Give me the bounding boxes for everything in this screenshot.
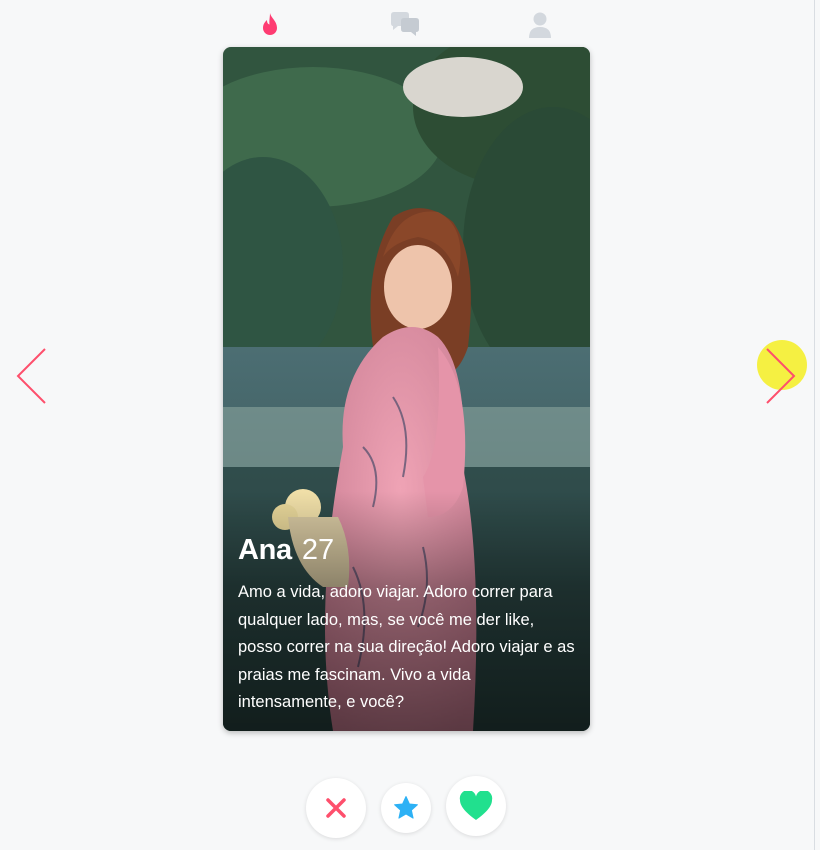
chevron-left-icon[interactable] xyxy=(12,346,52,406)
profile-icon xyxy=(529,12,551,38)
nav-messages[interactable] xyxy=(386,8,424,42)
profile-age: 27 xyxy=(301,534,335,566)
chevron-right-icon[interactable] xyxy=(764,346,804,406)
flame-icon xyxy=(263,13,277,35)
top-navigation xyxy=(0,8,820,44)
like-button[interactable] xyxy=(446,776,506,836)
profile-card[interactable]: Ana 27 Amo a vida, adoro viajar. Adoro c… xyxy=(223,47,590,731)
nope-button[interactable] xyxy=(306,778,366,838)
profile-name: Ana xyxy=(238,534,292,566)
nav-profile[interactable] xyxy=(525,8,555,42)
page-edge-divider xyxy=(814,0,815,850)
action-bar xyxy=(0,775,820,838)
profile-info: Ana 27 Amo a vida, adoro viajar. Adoro c… xyxy=(238,534,576,717)
name-age-row: Ana 27 xyxy=(238,534,576,567)
heart-icon xyxy=(459,791,493,820)
x-icon xyxy=(326,798,346,818)
profile-bio: Amo a vida, adoro viajar. Adoro correr p… xyxy=(238,583,575,711)
chat-bubbles-icon xyxy=(391,12,419,36)
super-like-button[interactable] xyxy=(381,783,431,833)
nav-matches[interactable] xyxy=(255,8,285,42)
star-icon xyxy=(394,796,418,819)
